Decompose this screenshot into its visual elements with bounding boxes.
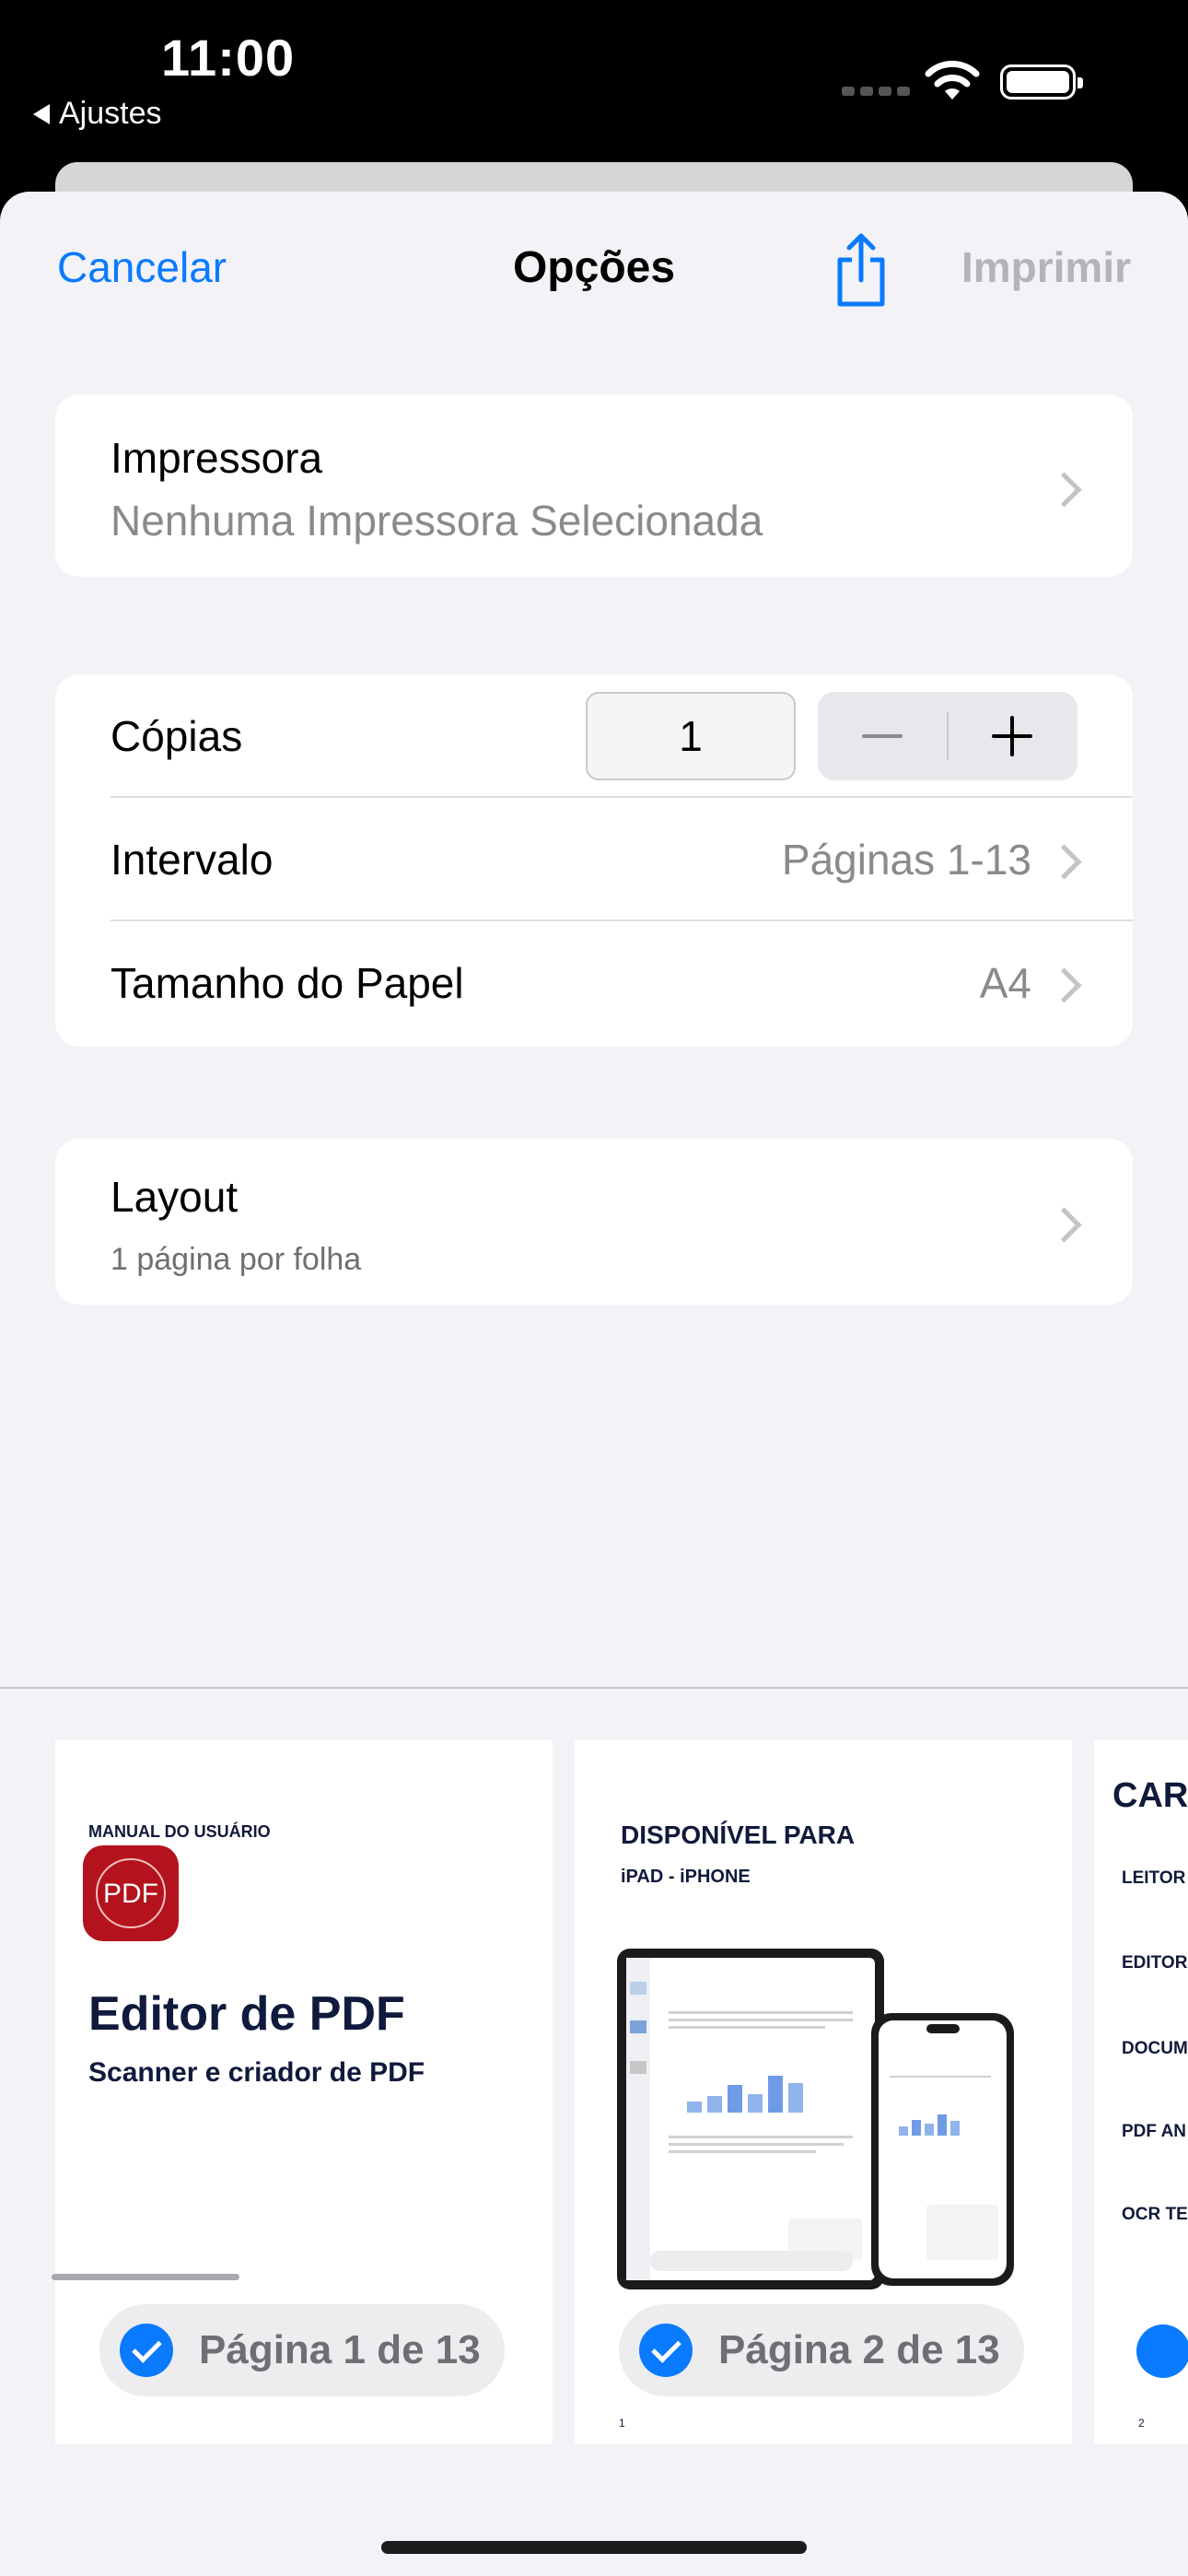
layout-label: Layout (111, 1173, 239, 1221)
page-kicker: MANUAL DO USUÁRIO (88, 1822, 271, 1841)
status-time: 11:00 (161, 29, 296, 87)
page-number: 2 (1138, 2417, 1145, 2430)
wifi-icon (925, 60, 980, 100)
page-thumbnail-1[interactable]: MANUAL DO USUÁRIO PDF Editor de PDF Scan… (55, 1739, 553, 2444)
range-label: Intervalo (111, 836, 274, 884)
checkmark-icon (120, 2324, 173, 2377)
ipad-iphone-illustration (617, 1949, 1014, 2289)
page-list-item: DOCUM (1122, 2039, 1188, 2058)
chevron-right-icon (1046, 472, 1082, 508)
page-list-item: OCR TE (1122, 2205, 1188, 2224)
page-thumbnail-3[interactable]: CAR LEITOR EDITOR DOCUM PDF AN OCR TE 2 (1094, 1739, 1188, 2444)
checkmark-icon (1136, 2324, 1188, 2378)
status-bar: 11:00 Ajustes (0, 0, 1188, 184)
checkmark-icon (639, 2324, 693, 2377)
battery-icon (1000, 64, 1083, 100)
copies-label: Cópias (111, 712, 243, 760)
back-app-label: Ajustes (59, 96, 162, 131)
page-title: Editor de PDF (88, 1987, 405, 2041)
page-thumbnail-2[interactable]: DISPONÍVEL PARA iPAD - iPHONE Página 2 d… (575, 1739, 1072, 2444)
range-row[interactable]: Intervalo Páginas 1-13 (55, 798, 1133, 920)
horizontal-scrollbar[interactable] (52, 2274, 239, 2280)
back-triangle-icon (33, 103, 50, 124)
page-indicator: Página 2 de 13 (718, 2327, 1000, 2372)
page-indicator: Página 1 de 13 (199, 2327, 481, 2372)
page-select-pill[interactable]: Página 2 de 13 (619, 2304, 1024, 2396)
print-button[interactable]: Imprimir (961, 242, 1131, 292)
page-preview-strip[interactable]: MANUAL DO USUÁRIO PDF Editor de PDF Scan… (0, 1687, 1188, 2576)
printer-value: Nenhuma Impressora Selecionada (111, 497, 763, 544)
nav-bar: Cancelar Opções Imprimir (0, 192, 1188, 348)
pdf-app-icon: PDF (83, 1845, 179, 1941)
share-icon[interactable] (829, 230, 893, 310)
printer-label: Impressora (111, 434, 323, 482)
printer-row[interactable]: Impressora Nenhuma Impressora Selecionad… (55, 394, 1133, 577)
copies-stepper (818, 692, 1077, 780)
paper-size-value: A4 (979, 959, 1031, 1007)
chevron-right-icon (1046, 1207, 1082, 1243)
page-number: 1 (619, 2417, 625, 2430)
decrement-button[interactable] (818, 692, 948, 780)
layout-value: 1 página por folha (111, 1242, 362, 1277)
pdf-icon-text: PDF (103, 1879, 158, 1909)
copies-row: Cópias 1 (55, 674, 1133, 797)
page-subtitle: iPAD - iPHONE (621, 1867, 751, 1887)
page-list-item: LEITOR (1122, 1868, 1186, 1888)
layout-row[interactable]: Layout 1 página por folha (55, 1139, 1133, 1305)
chevron-right-icon (1046, 967, 1082, 1003)
page-title: CAR (1112, 1776, 1188, 1815)
page-select-pill[interactable]: Página 1 de 13 (99, 2304, 505, 2396)
paper-size-row[interactable]: Tamanho do Papel A4 (55, 921, 1133, 1044)
print-options-sheet: Cancelar Opções Imprimir Impressora Nenh… (0, 192, 1188, 2576)
page-list-item: PDF AN (1122, 2122, 1187, 2141)
page-title: DISPONÍVEL PARA (621, 1821, 856, 1849)
range-value: Páginas 1-13 (781, 836, 1031, 884)
chevron-right-icon (1046, 844, 1082, 880)
cellular-signal-icon (842, 87, 910, 96)
increment-button[interactable] (948, 692, 1077, 780)
print-options-group: Cópias 1 Intervalo Páginas 1-13 Tamanho … (55, 674, 1133, 1047)
back-to-app-button[interactable]: Ajustes (33, 96, 162, 132)
home-indicator[interactable] (381, 2541, 807, 2554)
page-list-item: EDITOR (1122, 1953, 1188, 1973)
paper-size-label: Tamanho do Papel (111, 959, 464, 1007)
page-subtitle: Scanner e criador de PDF (88, 2057, 425, 2088)
copies-field[interactable]: 1 (586, 692, 796, 780)
